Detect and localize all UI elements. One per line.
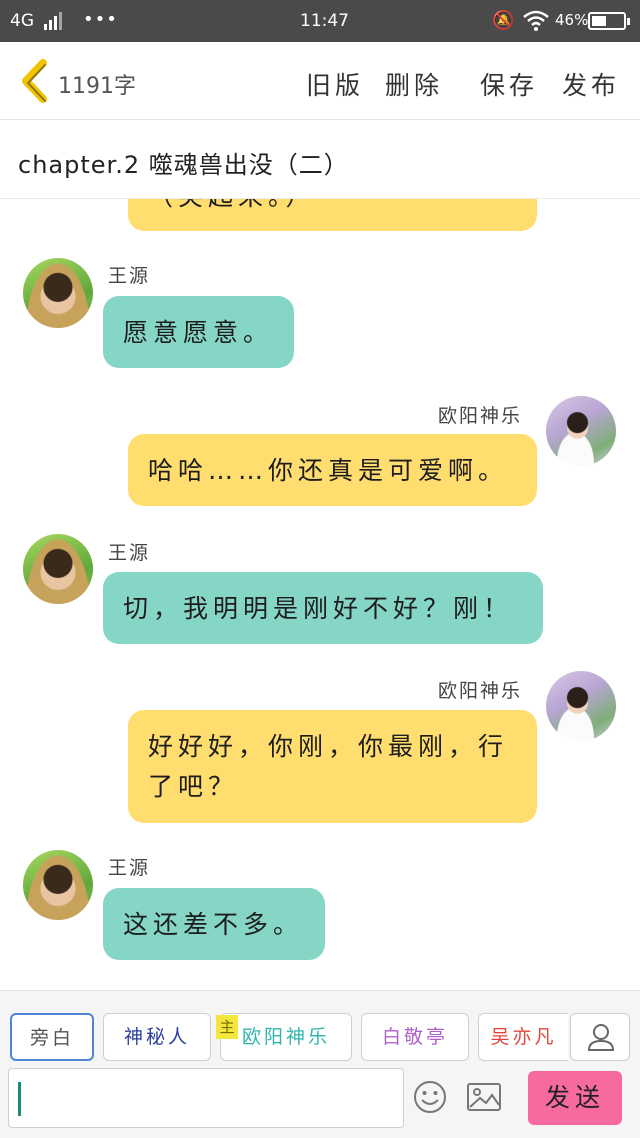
speaker-name: 王源: [108, 857, 151, 879]
save-button[interactable]: 保存: [480, 66, 538, 102]
message-text: 好好好，你刚，你最刚，行了吧？: [148, 732, 509, 801]
text-caret: [18, 1082, 21, 1116]
chapter-title: chapter.2 噬魂兽出没（二）: [18, 151, 349, 179]
message-bubble[interactable]: 好好好，你刚，你最刚，行了吧？: [128, 710, 537, 823]
emoji-icon[interactable]: [412, 1079, 448, 1115]
avatar-wang-yuan[interactable]: [23, 534, 93, 604]
avatar-wang-yuan[interactable]: [23, 258, 93, 328]
role-bai-jingting-button[interactable]: 白敬亭: [361, 1013, 469, 1061]
speaker-name: 欧阳神乐: [438, 405, 523, 427]
avatar-wang-yuan[interactable]: [23, 850, 93, 920]
role-ouyang-shenle-button[interactable]: 欧阳神乐: [220, 1013, 352, 1061]
publish-button[interactable]: 发布: [562, 66, 620, 102]
mute-icon: 🔕: [492, 10, 515, 31]
message-text: 哈哈……你还真是可爱啊。: [148, 456, 509, 485]
status-bar: 4G ••• 11:47 🔕 46%: [0, 0, 640, 42]
message-text: （笑起来。）: [148, 199, 316, 211]
avatar-ouyang-shenle[interactable]: [546, 396, 616, 466]
battery-percent: 46%: [555, 11, 589, 29]
avatar-ouyang-shenle[interactable]: [546, 671, 616, 741]
person-icon: [587, 1024, 615, 1051]
battery-icon: [588, 12, 630, 30]
old-version-button[interactable]: 旧版: [306, 66, 364, 102]
chat-area[interactable]: （笑起来。） 王源 愿意愿意。 欧阳神乐 哈哈……你还真是可爱啊。 王源 切，我…: [0, 199, 640, 990]
role-narrator-button[interactable]: 旁白: [10, 1013, 94, 1061]
role-mystery-person-button[interactable]: 神秘人: [103, 1013, 211, 1061]
message-text: 这还差不多。: [123, 910, 304, 939]
delete-button[interactable]: 删除: [385, 66, 443, 102]
message-bubble[interactable]: 愿意愿意。: [103, 296, 294, 368]
message-bubble[interactable]: 这还差不多。: [103, 888, 325, 960]
signal-icon: [44, 12, 62, 30]
send-button[interactable]: 发送: [528, 1071, 622, 1125]
image-icon[interactable]: [466, 1079, 502, 1115]
chapter-title-bar[interactable]: chapter.2 噬魂兽出没（二）: [0, 121, 640, 199]
message-bubble[interactable]: 切，我明明是刚好不好？刚！: [103, 572, 543, 644]
message-bubble[interactable]: 哈哈……你还真是可爱啊。: [128, 434, 537, 506]
role-wu-yifan-button[interactable]: 吴亦凡: [478, 1013, 568, 1061]
clock: 11:47: [300, 11, 349, 31]
message-bubble[interactable]: （笑起来。）: [128, 199, 537, 231]
speaker-name: 王源: [108, 265, 151, 287]
message-text: 愿意愿意。: [123, 318, 274, 347]
back-arrow-icon[interactable]: [16, 58, 52, 104]
editor-header: 1191字 旧版 删除 保存 发布: [0, 42, 640, 120]
main-character-tag: 主: [216, 1015, 238, 1039]
speaker-name: 王源: [108, 542, 151, 564]
message-input[interactable]: [8, 1068, 404, 1128]
message-text: 切，我明明是刚好不好？刚！: [123, 594, 514, 623]
add-role-button[interactable]: [570, 1013, 630, 1061]
compose-toolbar: 旁白 神秘人 欧阳神乐 主 白敬亭 吴亦凡 发送: [0, 990, 640, 1138]
speaker-name: 欧阳神乐: [438, 680, 523, 702]
word-count: 1191字: [58, 74, 136, 99]
wifi-icon: [523, 10, 549, 31]
more-notifications-icon: •••: [83, 9, 118, 30]
network-type: 4G: [10, 11, 34, 31]
